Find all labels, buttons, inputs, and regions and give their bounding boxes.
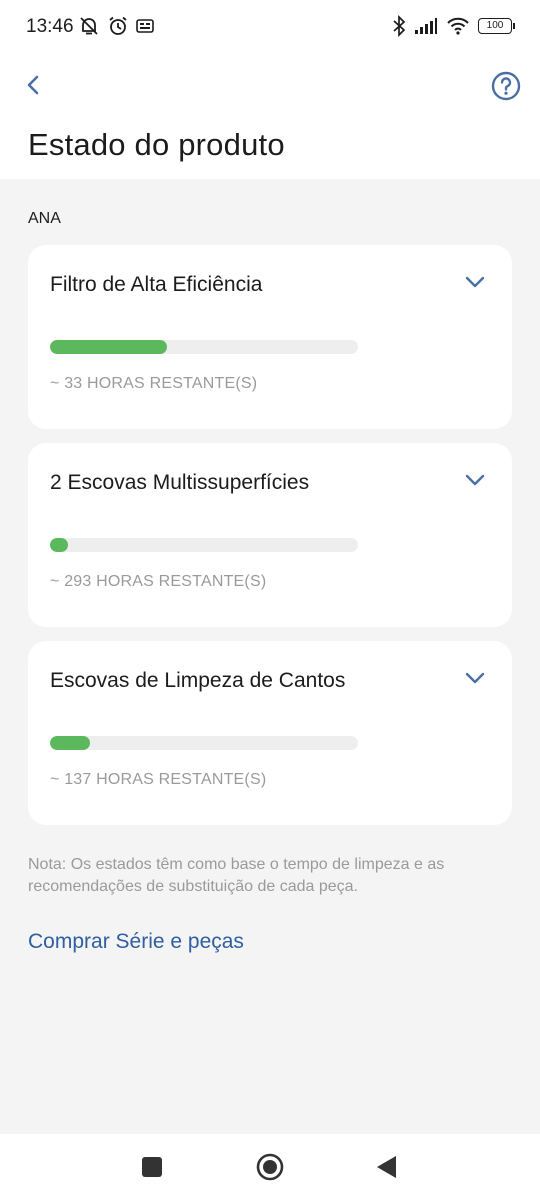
do-not-disturb-icon bbox=[80, 17, 98, 35]
progress-bar-fill bbox=[50, 538, 69, 552]
chevron-down-icon[interactable] bbox=[464, 671, 486, 685]
progress-bar-fill bbox=[50, 736, 91, 750]
chevron-down-icon[interactable] bbox=[464, 275, 486, 289]
system-nav-bar bbox=[0, 1134, 540, 1200]
remaining-hours: ~ 293 HORAS RESTANTE(S) bbox=[50, 573, 267, 590]
progress-bar-track bbox=[50, 340, 358, 354]
part-card-corner-brushes[interactable]: Escovas de Limpeza de Cantos ~ 137 HORAS… bbox=[28, 641, 512, 825]
notification-icon bbox=[136, 19, 154, 33]
back-button[interactable] bbox=[18, 70, 48, 100]
signal-icon bbox=[415, 18, 437, 34]
alarm-icon bbox=[109, 16, 127, 35]
remaining-hours: ~ 33 HORAS RESTANTE(S) bbox=[50, 375, 258, 392]
status-bar: 13:46 100 bbox=[0, 0, 540, 54]
page-title: Estado do produto bbox=[28, 127, 285, 162]
status-time: 13:46 bbox=[26, 16, 74, 37]
status-left-icons bbox=[78, 15, 154, 37]
help-button[interactable] bbox=[490, 70, 522, 102]
part-name: Filtro de Alta Eficiência bbox=[50, 273, 263, 296]
home-circle-icon bbox=[256, 1153, 284, 1181]
recents-square-icon bbox=[142, 1157, 162, 1177]
help-circle-icon bbox=[491, 71, 521, 101]
back-triangle-icon bbox=[377, 1156, 396, 1178]
wifi-icon bbox=[447, 17, 469, 35]
home-button[interactable] bbox=[255, 1152, 285, 1182]
device-name-label: ANA bbox=[28, 210, 61, 227]
progress-bar-track bbox=[50, 538, 358, 552]
progress-bar-track bbox=[50, 736, 358, 750]
recents-button[interactable] bbox=[137, 1152, 167, 1182]
part-card-high-efficiency-filter[interactable]: Filtro de Alta Eficiência ~ 33 HORAS RES… bbox=[28, 245, 512, 429]
chevron-left-icon bbox=[27, 75, 39, 95]
remaining-hours: ~ 137 HORAS RESTANTE(S) bbox=[50, 771, 267, 788]
part-name: 2 Escovas Multissuperfícies bbox=[50, 471, 310, 494]
bluetooth-icon bbox=[393, 15, 406, 37]
part-card-multisurface-brushes[interactable]: 2 Escovas Multissuperfícies ~ 293 HORAS … bbox=[28, 443, 512, 627]
part-name: Escovas de Limpeza de Cantos bbox=[50, 669, 346, 692]
note-text: Nota: Os estados têm como base o tempo d… bbox=[28, 856, 445, 895]
status-right-icons: 100 bbox=[392, 15, 515, 37]
progress-bar-fill bbox=[50, 340, 168, 354]
buy-parts-link[interactable]: Comprar Série e peças bbox=[28, 930, 244, 954]
chevron-down-icon[interactable] bbox=[464, 473, 486, 487]
header-area: 13:46 100 Estado do produto bbox=[0, 0, 540, 179]
battery-icon: 100 bbox=[478, 18, 515, 34]
back-nav-button[interactable] bbox=[372, 1152, 402, 1182]
